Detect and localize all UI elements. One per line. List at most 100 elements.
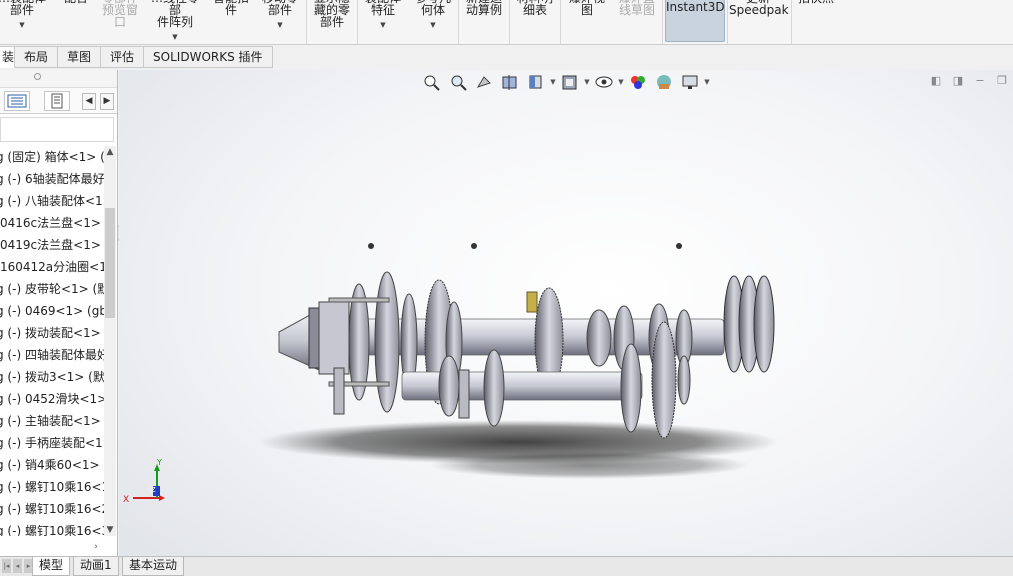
ribbon-button-1[interactable]: 配合	[60, 0, 92, 44]
zoom-to-fit-icon[interactable]	[419, 71, 445, 93]
previous-view-icon[interactable]	[471, 71, 497, 93]
bottom-tab-0[interactable]: 模型	[32, 557, 71, 576]
tree-item[interactable]: 0419c法兰盘<1>	[0, 234, 104, 256]
ribbon-button-14[interactable]: 更新Speedpak	[729, 0, 789, 44]
ribbon-button-label: 拍快照	[794, 0, 838, 4]
chevron-down-icon[interactable]: ▼	[258, 19, 302, 31]
ribbon-button-0[interactable]: …装配体部件▼	[0, 0, 50, 44]
ribbon-button-7[interactable]: 装配体特征▼	[361, 0, 405, 44]
ribbon-button-12[interactable]: 爆炸直线草图	[614, 0, 660, 44]
feature-manager-tab-icon[interactable]	[4, 91, 30, 111]
reference-triad: X Y Z	[123, 458, 165, 505]
scroll-down-icon[interactable]: ▼	[104, 524, 116, 536]
tree-item[interactable]: g (-) 拨动装配<1> (	[0, 322, 104, 344]
chevron-down-icon[interactable]: ▼	[410, 19, 456, 31]
tree-item[interactable]: 160412a分油圈<1>	[0, 256, 104, 278]
ribbon-button-15[interactable]: 拍快照	[794, 0, 838, 44]
bottom-tab-2[interactable]: 基本运动	[122, 557, 185, 576]
command-tab-0[interactable]: 装配体	[0, 46, 15, 68]
tab-scroll-right-button[interactable]: ▶	[100, 93, 114, 110]
tile-left-icon[interactable]: ◧	[929, 74, 943, 88]
tree-item[interactable]: g (固定) 箱体<1> (默	[0, 146, 104, 168]
property-manager-tab-icon[interactable]	[44, 91, 70, 111]
ribbon-button-label: 部件	[267, 3, 292, 17]
chevron-down-icon[interactable]: ▼	[0, 19, 50, 31]
hide-show-items-icon[interactable]	[591, 71, 617, 93]
panel-resize-handle[interactable]	[0, 70, 117, 88]
tile-right-icon[interactable]: ◨	[951, 74, 965, 88]
ribbon-button-label: 图	[580, 3, 593, 17]
scroll-thumb[interactable]	[105, 208, 115, 318]
chevron-down-icon[interactable]: ▼	[617, 78, 625, 86]
scroll-up-icon[interactable]: ▲	[104, 146, 116, 158]
tree-item[interactable]: g (-) 皮带轮<1> (默	[0, 278, 104, 300]
heads-up-view-toolbar: ▼ ▼ ▼ ▼	[419, 70, 711, 94]
gearbox-assembly-model[interactable]	[119, 70, 1013, 558]
tree-item[interactable]: g (-) 螺钉10乘16<1>	[0, 476, 104, 498]
ribbon-button-label: 细表	[522, 3, 547, 17]
tree-scrollbar[interactable]: ▲ ▼	[104, 146, 116, 536]
chevron-down-icon[interactable]: ▼	[583, 78, 591, 86]
ribbon-button-5[interactable]: 移动零部件▼	[258, 0, 302, 44]
section-view-icon[interactable]	[497, 71, 523, 93]
tab-prev-icon[interactable]: ◂	[13, 559, 22, 573]
ribbon-button-label: 线草图	[618, 3, 655, 17]
tree-horizontal-scrollbar[interactable]: ›	[0, 540, 116, 554]
tab-scroll-left-button[interactable]: ◀	[82, 93, 96, 110]
ribbon-button-label: 特征	[370, 3, 395, 17]
ribbon-button-label: 件	[224, 3, 237, 17]
viewport-window-controls: ◧ ◨ − ❐	[929, 70, 1009, 92]
tree-item[interactable]: g (-) 0469<1> (gb	[0, 300, 104, 322]
ribbon-button-6[interactable]: 显示隐藏的零部件	[307, 0, 357, 44]
tree-item[interactable]: g (-) 手柄座装配<1>	[0, 432, 104, 454]
tree-item[interactable]: g (-) 销4乘60<1> (	[0, 454, 104, 476]
apply-scene-icon[interactable]	[651, 71, 677, 93]
tree-filter-box[interactable]	[0, 117, 114, 142]
ribbon-button-9[interactable]: 新建运动算例	[461, 0, 507, 44]
restore-icon[interactable]: ❐	[995, 74, 1009, 88]
ribbon-button-label: 配合	[60, 0, 92, 4]
ribbon-button-label: 口	[113, 15, 126, 29]
display-style-icon[interactable]	[557, 71, 583, 93]
command-manager-tabs: 装配体布局草图评估SOLIDWORKS 插件	[0, 46, 273, 69]
triad-x-label: X	[123, 495, 129, 505]
command-tab-2[interactable]: 草图	[58, 46, 102, 68]
tree-item[interactable]: g (-) 四轴装配体最好	[0, 344, 104, 366]
tree-item[interactable]: g (-) 6轴装配体最好	[0, 168, 104, 190]
tree-item[interactable]: g (-) 八轴装配体<1>	[0, 190, 104, 212]
triad-z-label: Z	[151, 486, 156, 494]
ribbon-button-label: Instant3D	[666, 0, 725, 14]
chevron-down-icon[interactable]: ▼	[147, 31, 203, 43]
command-tab-4[interactable]: SOLIDWORKS 插件	[144, 46, 273, 68]
ribbon-button-3[interactable]: …线性零部件阵列 ▼	[147, 0, 203, 44]
ribbon-button-13[interactable]: Instant3D	[665, 0, 725, 42]
tree-item[interactable]: 0416c法兰盘<1>	[0, 212, 104, 234]
minimize-icon[interactable]: −	[973, 74, 987, 88]
tree-item[interactable]: g (-) 主轴装配<1> (	[0, 410, 104, 432]
ribbon-button-4[interactable]: 智能扣件	[207, 0, 255, 44]
view-orientation-icon[interactable]	[523, 71, 549, 93]
ribbon-button-10[interactable]: 材料明细表	[512, 0, 558, 44]
tree-item[interactable]: g (-) 螺钉10乘16<2>	[0, 498, 104, 520]
chevron-down-icon[interactable]: ▼	[703, 78, 711, 86]
ribbon-button-label: Speedpak	[729, 3, 789, 17]
edit-appearance-icon[interactable]	[625, 71, 651, 93]
zoom-to-area-icon[interactable]	[445, 71, 471, 93]
bottom-tab-1[interactable]: 动画1	[73, 557, 119, 576]
tree-item[interactable]: g (-) 0452滑块<1>	[0, 388, 104, 410]
panel-tabs: ◀ ▶	[0, 88, 117, 114]
scroll-right-icon[interactable]: ›	[90, 541, 102, 553]
ribbon-button-11[interactable]: 爆炸视图	[564, 0, 610, 44]
tab-first-icon[interactable]: |◂	[2, 559, 11, 573]
chevron-down-icon[interactable]: ▼	[549, 78, 557, 86]
command-tab-1[interactable]: 布局	[15, 46, 59, 68]
ribbon-button-label: 动算例	[465, 3, 502, 17]
tree-item[interactable]: g (-) 拨动3<1> (默认	[0, 366, 104, 388]
tree-item[interactable]: g (-) 螺钉10乘16<3>	[0, 520, 104, 536]
ribbon-button-8[interactable]: 参考几何体▼	[410, 0, 456, 44]
command-tab-3[interactable]: 评估	[101, 46, 145, 68]
chevron-down-icon[interactable]: ▼	[361, 19, 405, 31]
view-settings-icon[interactable]	[677, 71, 703, 93]
graphics-area[interactable]: ▼ ▼ ▼ ▼ ◧ ◨ − ❐ X Y Z	[119, 70, 1013, 558]
ribbon-button-2[interactable]: 零部件预览窗口	[97, 0, 143, 44]
